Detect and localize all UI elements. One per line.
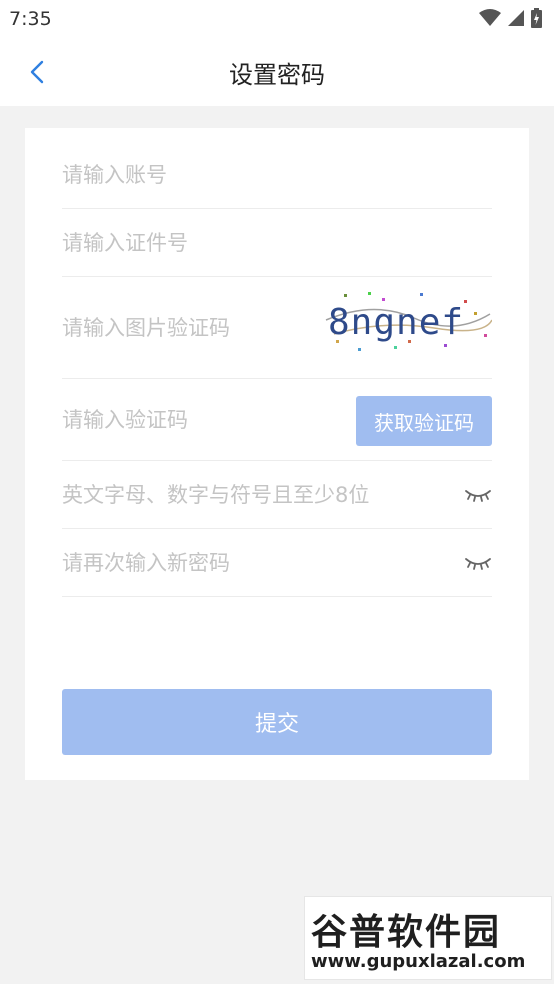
status-icons (479, 8, 542, 28)
status-time: 7:35 (9, 8, 52, 30)
watermark-logo: 谷普软件园 www.gupuxlazal.com (304, 896, 552, 980)
sms-code-row: 获取验证码 (62, 379, 492, 461)
wifi-icon (479, 9, 501, 26)
form-card: 8ngnef 获取验证码 提交 (25, 128, 529, 780)
eye-closed-icon[interactable] (464, 553, 492, 573)
account-input[interactable] (62, 142, 492, 208)
id-number-input[interactable] (62, 209, 492, 276)
battery-icon (531, 8, 542, 28)
account-row (62, 142, 492, 209)
captcha-image[interactable]: 8ngnef (324, 290, 492, 354)
signal-icon (508, 10, 524, 26)
captcha-input[interactable] (62, 277, 312, 378)
submit-button[interactable]: 提交 (62, 689, 492, 755)
watermark-url: www.gupuxlazal.com (311, 951, 526, 972)
page-title: 设置密码 (229, 61, 325, 89)
app-bar: 设置密码 (0, 38, 554, 106)
confirm-password-input[interactable] (62, 529, 452, 596)
sms-code-input[interactable] (62, 379, 342, 460)
id-row (62, 209, 492, 277)
status-bar: 7:35 (0, 0, 554, 38)
captcha-text: 8ngnef (328, 302, 464, 343)
eye-closed-icon[interactable] (464, 485, 492, 505)
confirm-password-row (62, 529, 492, 597)
captcha-row: 8ngnef (62, 277, 492, 379)
watermark-brand: 谷普软件园 (311, 912, 502, 953)
password-row (62, 461, 492, 529)
password-input[interactable] (62, 461, 452, 528)
get-code-button[interactable]: 获取验证码 (356, 396, 492, 446)
